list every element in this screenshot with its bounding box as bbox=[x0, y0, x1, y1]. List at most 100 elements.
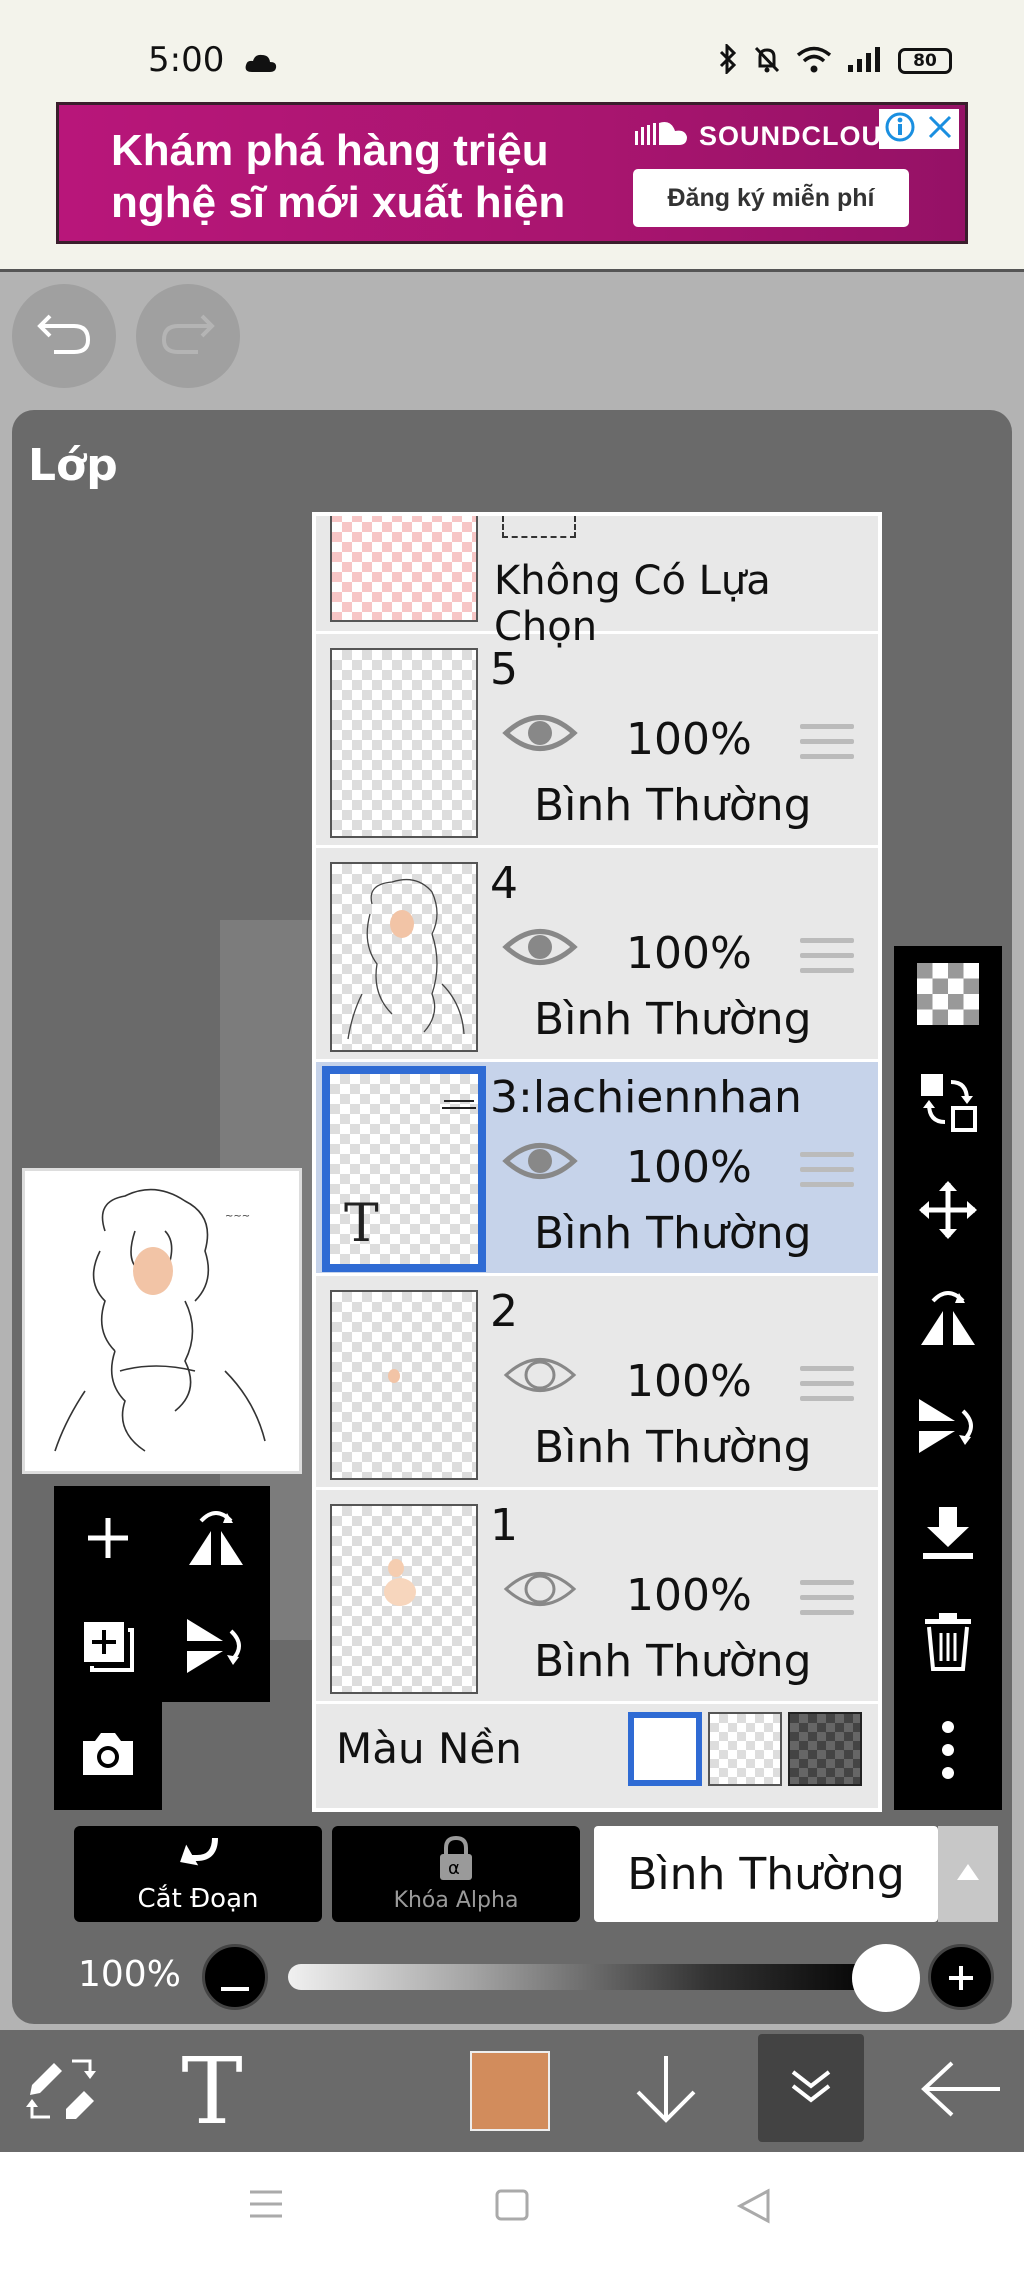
background-label: Màu Nền bbox=[336, 1724, 522, 1773]
double-chevron-down-icon bbox=[789, 2066, 833, 2110]
layer-panel-toggle-button[interactable] bbox=[758, 2034, 864, 2142]
drag-handle-icon[interactable] bbox=[800, 724, 854, 769]
ad-cta-button[interactable]: Đăng ký miễn phí bbox=[633, 169, 909, 227]
flip-vertical-layer-button[interactable] bbox=[162, 1594, 270, 1702]
panel-title: Lớp bbox=[28, 440, 118, 491]
undo-icon bbox=[36, 312, 92, 360]
background-dark-swatch[interactable] bbox=[788, 1712, 862, 1786]
alpha-lock-button[interactable]: α Khóa Alpha bbox=[332, 1826, 580, 1922]
down-button[interactable] bbox=[604, 2030, 728, 2152]
duplicate-layer-button[interactable] bbox=[54, 1594, 162, 1702]
text-tool-icon: T bbox=[181, 2037, 243, 2145]
selection-layer-row[interactable]: Không Có Lựa Chọn bbox=[316, 516, 878, 650]
battery-indicator: 80 bbox=[898, 48, 952, 74]
transparency-button[interactable] bbox=[894, 946, 1002, 1046]
merge-down-button[interactable] bbox=[894, 1486, 1002, 1586]
flip-vertical-button[interactable] bbox=[894, 1378, 1002, 1478]
cloud-icon bbox=[244, 52, 278, 78]
info-icon[interactable] bbox=[885, 112, 915, 146]
checker-icon bbox=[917, 963, 979, 1029]
move-button[interactable] bbox=[894, 1162, 1002, 1262]
layer-row[interactable]: 4 100% Bình Thường bbox=[316, 848, 878, 1062]
background-transparent-swatch[interactable] bbox=[708, 1712, 782, 1786]
eye-icon[interactable] bbox=[502, 1136, 578, 1190]
delete-layer-button[interactable] bbox=[894, 1594, 1002, 1694]
arrow-down-icon bbox=[632, 2054, 700, 2128]
drag-handle-icon[interactable] bbox=[800, 1366, 854, 1411]
menu-icon[interactable] bbox=[248, 2188, 284, 2224]
layer-name: 3:lachiennhan bbox=[490, 1072, 802, 1123]
background-white-swatch[interactable] bbox=[628, 1712, 702, 1786]
text-tool-button[interactable]: T bbox=[150, 2030, 274, 2152]
background-row: Màu Nền bbox=[316, 1692, 878, 1808]
back-button[interactable] bbox=[900, 2030, 1024, 2152]
eye-hidden-icon[interactable] bbox=[502, 1564, 578, 1618]
lock-alpha-icon: α bbox=[436, 1835, 476, 1886]
blend-mode-select[interactable]: Bình Thường bbox=[594, 1826, 938, 1922]
tool-switch-button[interactable] bbox=[0, 2030, 124, 2152]
layer-4-drawing bbox=[347, 878, 465, 1040]
camera-button[interactable] bbox=[54, 1702, 162, 1810]
redo-button[interactable] bbox=[136, 284, 240, 388]
svg-text:α: α bbox=[448, 1858, 460, 1879]
flip-layer-button[interactable] bbox=[162, 1486, 270, 1594]
layer-opacity: 100% bbox=[626, 928, 752, 979]
drag-handle-icon[interactable] bbox=[800, 1152, 854, 1197]
ad-headline-line1: Khám phá hàng triệu bbox=[111, 126, 549, 175]
drag-handle-icon[interactable] bbox=[800, 938, 854, 983]
system-nav-bar bbox=[0, 2152, 1024, 2276]
drag-handle-icon[interactable] bbox=[800, 1580, 854, 1625]
ad-banner-area: Khám phá hàng triệu nghệ sĩ mới xuất hiệ… bbox=[0, 100, 1024, 272]
current-color-swatch bbox=[470, 2051, 550, 2131]
undo-button[interactable] bbox=[12, 284, 116, 388]
ad-headline-line2: nghệ sĩ mới xuất hiện bbox=[111, 178, 566, 227]
opacity-slider-knob[interactable] bbox=[852, 1944, 920, 2012]
layer-2-drawing bbox=[388, 1369, 400, 1383]
left-toolbar bbox=[54, 1486, 270, 1702]
layer-name: 2 bbox=[490, 1286, 518, 1337]
opacity-decrease-button[interactable] bbox=[202, 1944, 268, 2010]
blend-mode-expand-button[interactable] bbox=[938, 1826, 998, 1922]
color-button[interactable] bbox=[448, 2030, 572, 2152]
home-icon[interactable] bbox=[494, 2188, 530, 2226]
layer-opacity: 100% bbox=[626, 1142, 752, 1193]
layer-row[interactable]: 1 100% Bình Thường bbox=[316, 1490, 878, 1704]
flip-horizontal-icon bbox=[185, 1505, 247, 1575]
opacity-slider-track[interactable] bbox=[288, 1964, 888, 1990]
layer-name: 1 bbox=[490, 1500, 518, 1551]
layer-row-selected[interactable]: T 3:lachiennhan 100% Bình Thường bbox=[316, 1062, 878, 1276]
ad-info-close bbox=[879, 109, 959, 149]
minus-icon bbox=[221, 1952, 249, 2003]
ad-banner[interactable]: Khám phá hàng triệu nghệ sĩ mới xuất hiệ… bbox=[56, 102, 968, 244]
eye-icon[interactable] bbox=[502, 708, 578, 762]
swap-layer-button[interactable] bbox=[894, 1054, 1002, 1154]
add-layer-button[interactable] bbox=[54, 1486, 162, 1594]
clipping-button[interactable]: Cắt Đoạn bbox=[74, 1826, 322, 1922]
pen-eraser-icon bbox=[24, 2051, 100, 2131]
soundcloud-logo-icon bbox=[635, 119, 691, 154]
layer-blend-mode: Bình Thường bbox=[534, 994, 812, 1045]
triangle-up-icon bbox=[955, 1862, 981, 1886]
layer-row[interactable]: 2 100% Bình Thường bbox=[316, 1276, 878, 1490]
close-icon[interactable] bbox=[927, 114, 953, 144]
layer-row[interactable]: 5 100% Bình Thường bbox=[316, 634, 878, 848]
layer-blend-mode: Bình Thường bbox=[534, 1422, 812, 1473]
flip-horizontal-button[interactable] bbox=[894, 1270, 1002, 1370]
canvas-preview[interactable]: ~~~ bbox=[22, 1168, 302, 1474]
back-nav-icon[interactable] bbox=[736, 2188, 772, 2228]
flip-vertical-icon bbox=[183, 1615, 249, 1681]
plus-icon bbox=[947, 1952, 975, 2003]
preview-caption-1: ~~~ bbox=[225, 1211, 250, 1222]
mute-bell-icon bbox=[752, 44, 782, 78]
layer-thumbnail bbox=[330, 1290, 478, 1480]
more-options-button[interactable] bbox=[894, 1702, 1002, 1802]
move-icon bbox=[917, 1179, 979, 1245]
layer-name: 5 bbox=[490, 644, 518, 695]
eye-icon[interactable] bbox=[502, 922, 578, 976]
layer-opacity: 100% bbox=[626, 1356, 752, 1407]
flip-vertical-icon bbox=[915, 1395, 981, 1461]
bottom-toolbar: T bbox=[0, 2030, 1024, 2152]
layer-blend-mode: Bình Thường bbox=[534, 1208, 812, 1259]
opacity-increase-button[interactable] bbox=[928, 1944, 994, 2010]
eye-hidden-icon[interactable] bbox=[502, 1350, 578, 1404]
